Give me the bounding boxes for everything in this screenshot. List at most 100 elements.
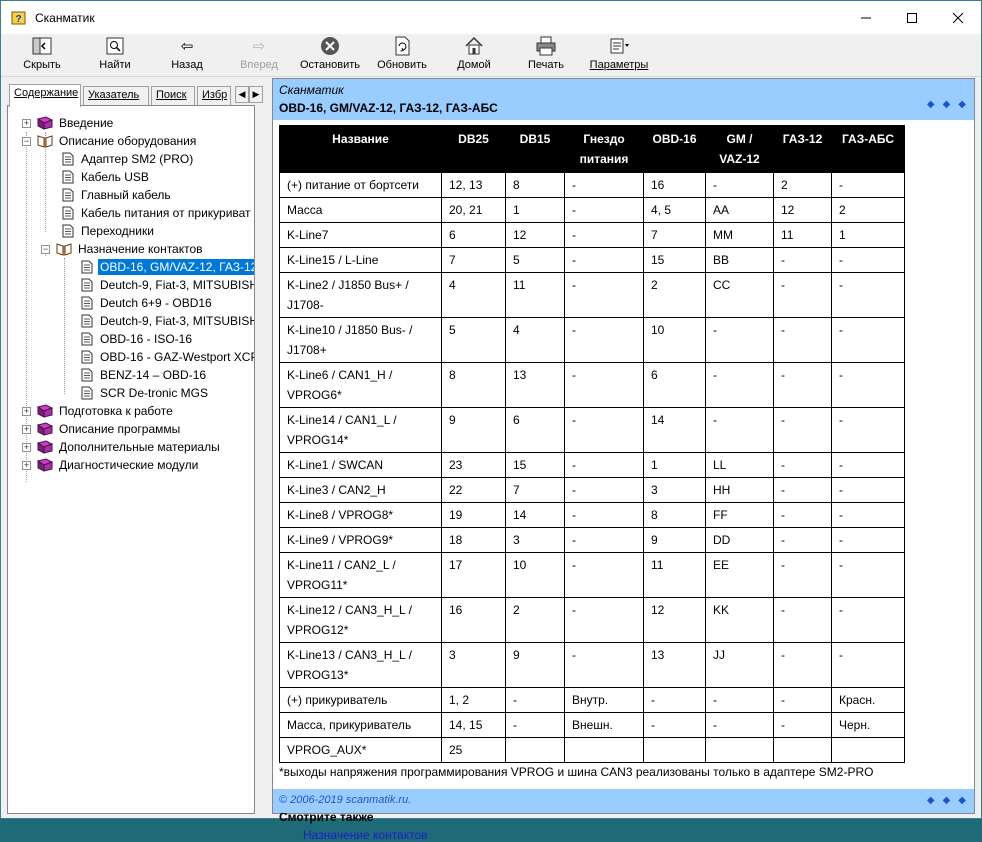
minimize-button[interactable] [843,1,889,34]
table-cell [505,737,565,763]
open-book-icon [37,135,53,148]
tree-item-adapter[interactable]: Адаптер SM2 (PRO) [60,150,195,168]
table-cell: Черн. [831,712,905,738]
tree-label: Deutch-9, Fiat-3, MITSUBISH [100,278,255,292]
tree-item-diag[interactable]: + Диагностические модули [22,456,200,474]
table-cell: - [564,362,644,408]
table-cell: (+) питание от бортсети [279,172,442,198]
table-cell: 3 [441,642,506,688]
expand-icon[interactable]: + [22,424,31,434]
see-also-link[interactable]: Назначение контактов [303,828,969,842]
topic-content: Название DB25 DB15 Гнездо питания OBD-16… [279,125,969,842]
prev-topic-icon[interactable]: ◆ [927,99,935,110]
maximize-button[interactable] [889,1,935,34]
tree-item-pin-7[interactable]: SCR De-tronic MGS [79,384,210,402]
expand-icon[interactable]: + [22,118,31,128]
table-cell: 20, 21 [441,197,506,223]
tab-favorites-label: Избр [202,89,228,101]
closed-book-icon [37,440,53,454]
next-topic-icon[interactable]: ◆ [958,99,966,110]
tab-favorites[interactable]: Избр [197,86,231,106]
tree-item-pin-0[interactable]: OBD-16, GM/VAZ-12, ГАЗ-12 [79,258,254,276]
table-cell: 15 [505,452,565,478]
find-label: Найти [99,59,131,71]
tree-item-extra[interactable]: + Дополнительные материалы [22,438,222,456]
table-row: Масса, прикуриватель 14, 15- Внешн. - - - Черн… [279,712,905,738]
stop-button[interactable]: Остановить [297,36,363,74]
print-button[interactable]: Печать [525,36,567,74]
forward-button[interactable]: ⇨ Вперед [237,36,281,74]
nav-tabs: Содержание Указатель Поиск Избр ◀ ▶ [7,84,269,107]
table-cell: - [773,712,832,738]
topic-header: Сканматик OBD-16, GM/VAZ-12, ГАЗ-12, ГАЗ… [273,79,974,120]
table-cell: 8 [441,362,506,408]
tree-item-pin-2[interactable]: Deutch 6+9 - OBD16 [79,294,214,312]
table-cell: 1 [643,452,706,478]
tab-scroll-left-icon[interactable]: ◀ [235,86,249,103]
tree-item-main-cable[interactable]: Главный кабель [60,186,173,204]
table-cell: LL [705,452,774,478]
forward-label: Вперед [240,59,278,71]
tree-item-pin-1[interactable]: Deutch-9, Fiat-3, MITSUBISH [79,276,255,294]
tree-item-pin-6[interactable]: BENZ-14 – OBD-16 [79,366,208,384]
tree-item-program[interactable]: + Описание программы [22,420,182,438]
table-cell: 11 [643,552,706,598]
tree-item-pin-4[interactable]: OBD-16 - ISO-16 [79,330,194,348]
table-cell: - [773,552,832,598]
up-topic-icon[interactable]: ◆ [943,99,951,110]
table-cell: K-Line2 / J1850 Bus+ / J1708- [279,272,442,318]
table-cell: 16 [441,597,506,643]
tab-scroll-right-icon[interactable]: ▶ [249,86,263,103]
tree-item-power-cable[interactable]: Кабель питания от прикуриват [60,204,253,222]
home-label: Домой [457,59,491,71]
next-topic-icon[interactable]: ◆ [958,795,966,806]
table-row: (+) прикуриватель 1, 2- Внутр. - - - Красн. [279,687,905,713]
table-cell: - [773,477,832,503]
home-button[interactable]: Домой [455,36,493,74]
table-cell: 8 [505,172,565,198]
tree-item-pin-3[interactable]: Deutch-9, Fiat-3, MITSUBISH [79,312,254,330]
table-row: K-Line8 / VPROG8* 19 14-8 FF - - [279,502,905,528]
up-topic-icon[interactable]: ◆ [943,795,951,806]
table-cell: 7 [643,222,706,248]
page-icon [81,314,93,328]
close-button[interactable] [935,1,981,34]
refresh-label: Обновить [377,59,427,71]
expand-icon[interactable]: + [22,406,31,416]
back-button[interactable]: ⇦ Назад [167,36,207,74]
forward-arrow-icon: ⇨ [252,38,266,55]
tab-contents[interactable]: Содержание [9,84,81,107]
table-cell: - [773,452,832,478]
expand-icon[interactable]: + [22,460,31,470]
options-button[interactable]: Параметры [587,36,651,74]
tree-label: OBD-16 - ISO-16 [100,332,193,346]
tree-item-pin-assignment[interactable]: − Назначение контактов [41,240,205,258]
collapse-icon[interactable]: − [22,136,31,146]
table-cell: - [705,407,774,453]
hide-button[interactable]: Скрыть [21,36,63,74]
prev-topic-icon[interactable]: ◆ [927,795,935,806]
closed-book-icon [37,116,53,130]
find-button[interactable]: Найти [97,36,133,74]
expand-icon[interactable]: + [22,442,31,452]
tree-item-intro[interactable]: + Введение [22,114,115,132]
tree-item-equipment[interactable]: − Описание оборудования [22,132,198,150]
pinout-body: (+) питание от бортсети 12, 13 8-16-2- Масс… [279,172,905,763]
refresh-button[interactable]: Обновить [375,36,429,74]
table-cell: 3 [505,527,565,553]
collapse-icon[interactable]: − [41,244,50,254]
pinout-table: Название DB25 DB15 Гнездо питания OBD-16… [279,125,905,763]
tab-index[interactable]: Указатель [83,86,149,106]
table-cell: DD [705,527,774,553]
table-cell: - [773,642,832,688]
tree-label: Главный кабель [81,188,171,202]
tree-item-preparation[interactable]: + Подготовка к работе [22,402,175,420]
tree-item-adapters[interactable]: Переходники [60,222,156,240]
tab-search[interactable]: Поиск [151,86,195,106]
table-cell: 15 [643,247,706,273]
maximize-icon [907,12,917,23]
tree-item-pin-5[interactable]: OBD-16 - GAZ-Westport XCP [79,348,254,366]
tree-item-usb-cable[interactable]: Кабель USB [60,168,151,186]
table-cell: 5 [505,247,565,273]
table-cell: - [831,477,905,503]
